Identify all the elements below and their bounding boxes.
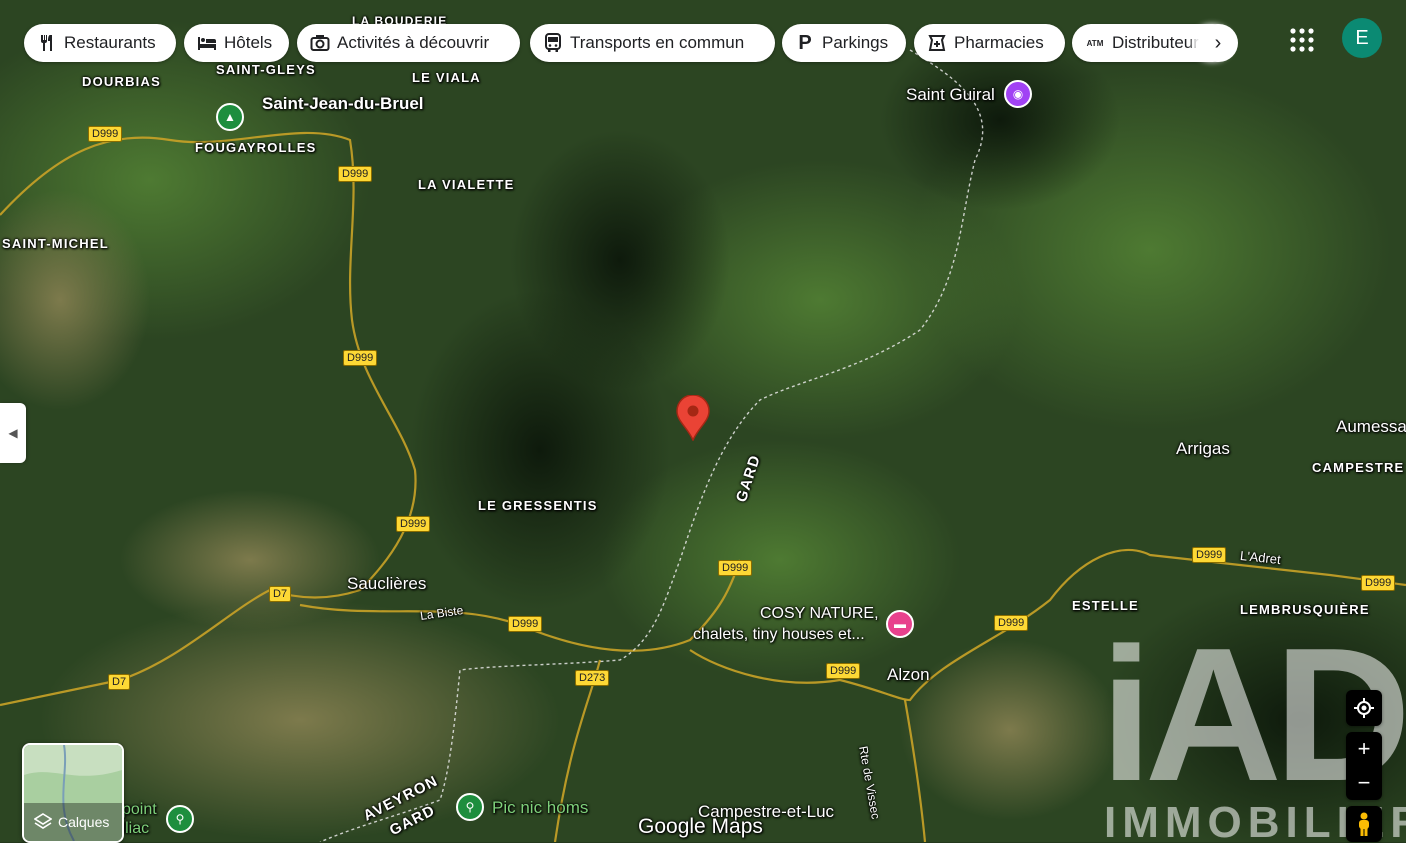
satellite-map[interactable]: D999 D999 D999 D999 D999 D999 D999 D999 … xyxy=(0,0,1406,842)
road-shield: D999 xyxy=(1192,547,1227,563)
layers-label: Calques xyxy=(58,814,110,830)
zoom-controls: + − xyxy=(1346,732,1382,800)
town-label: Saint-Jean-du-Bruel xyxy=(262,94,424,113)
town-label: Sauclières xyxy=(347,574,427,593)
town-label: Alzon xyxy=(887,665,930,684)
filter-chip-pharmacies[interactable]: Pharmacies xyxy=(914,24,1065,62)
filter-chip-label: Transports en commun xyxy=(570,33,745,52)
hotel-icon[interactable]: ▬ xyxy=(886,610,914,638)
layers-button[interactable]: Calques xyxy=(22,743,124,843)
my-location-button[interactable] xyxy=(1346,690,1382,726)
place-label: DOURBIAS xyxy=(82,74,161,89)
road-shield: D999 xyxy=(826,663,861,679)
campground-icon[interactable]: ▲ xyxy=(216,103,244,131)
camera-icon[interactable]: ◉ xyxy=(1004,80,1032,108)
apps-grid-icon[interactable] xyxy=(1288,26,1316,54)
camera-icon xyxy=(309,32,331,54)
road-shield: D999 xyxy=(396,516,431,532)
location-pin-icon[interactable] xyxy=(675,395,711,441)
account-avatar[interactable]: E xyxy=(1342,18,1382,58)
place-label: LE VIALA xyxy=(412,70,481,85)
road-shield: D999 xyxy=(88,126,123,142)
road-shield: D999 xyxy=(718,560,753,576)
place-label: CAMPESTRE xyxy=(1312,460,1405,475)
poi-label[interactable]: chalets, tiny houses et... xyxy=(693,626,865,644)
road-shield: D7 xyxy=(269,586,292,602)
poi-label[interactable]: Saint Guiral xyxy=(906,85,995,105)
road-shield: D999 xyxy=(508,616,543,632)
road-shield: D7 xyxy=(108,674,131,690)
collapse-panel-button[interactable]: ◀ xyxy=(0,403,26,463)
place-label: FOUGAYROLLES xyxy=(195,140,317,155)
filter-chip-hotels[interactable]: Hôtels xyxy=(184,24,289,62)
crosshair-icon xyxy=(1354,698,1374,718)
zoom-out-button[interactable]: − xyxy=(1346,766,1382,800)
filter-chip-label: Activités à découvrir xyxy=(337,33,490,52)
chevron-right-icon[interactable]: › xyxy=(1198,24,1238,62)
road-shield: D999 xyxy=(994,615,1029,631)
filter-chip-label: Distributeurs xyxy=(1112,33,1208,52)
road-shield: D999 xyxy=(1361,575,1396,591)
road-shield: D999 xyxy=(343,350,378,366)
poi-label[interactable]: point xyxy=(122,801,157,819)
place-label: SAINT-GLEYS xyxy=(216,62,316,77)
hiking-icon[interactable]: ⚲ xyxy=(456,793,484,821)
place-label: SAINT-MICHEL xyxy=(2,236,109,251)
town-label: Arrigas xyxy=(1176,439,1230,458)
bed-icon xyxy=(196,32,218,54)
poi-label[interactable]: COSY NATURE, xyxy=(760,605,879,623)
poi-label[interactable]: Pic nic homs xyxy=(492,798,588,818)
filter-chip-label: Parkings xyxy=(822,33,889,52)
layers-icon xyxy=(34,813,52,829)
filter-chip-label: Pharmacies xyxy=(954,33,1044,52)
pegman-button[interactable] xyxy=(1346,806,1382,842)
filter-chip-label: Hôtels xyxy=(224,33,273,52)
attribution: Google Maps xyxy=(638,815,763,838)
road-shield: D999 xyxy=(338,166,373,182)
parking-icon: P xyxy=(798,31,812,54)
zoom-in-button[interactable]: + xyxy=(1346,732,1382,766)
filter-chip-parking[interactable]: P Parkings xyxy=(782,24,906,62)
hiking-icon[interactable]: ⚲ xyxy=(166,805,194,833)
place-label: LA VIALETTE xyxy=(418,177,515,192)
chevron-left-icon: ◀ xyxy=(8,426,18,440)
filter-chip-activities[interactable]: Activités à découvrir xyxy=(297,24,520,62)
filter-chip-restaurants[interactable]: Restaurants xyxy=(24,24,176,62)
filter-chip-transit[interactable]: Transports en commun xyxy=(530,24,775,62)
pegman-icon xyxy=(1359,812,1369,836)
road-shield: D273 xyxy=(575,670,610,686)
pharmacy-icon xyxy=(926,32,948,54)
fork-knife-icon xyxy=(36,32,58,54)
place-label: LE GRESSENTIS xyxy=(478,498,598,513)
bus-icon xyxy=(542,32,564,54)
atm-icon: ATM xyxy=(1086,38,1104,48)
town-label: Aumessas xyxy=(1336,417,1406,436)
filter-chip-label: Restaurants xyxy=(64,33,156,52)
